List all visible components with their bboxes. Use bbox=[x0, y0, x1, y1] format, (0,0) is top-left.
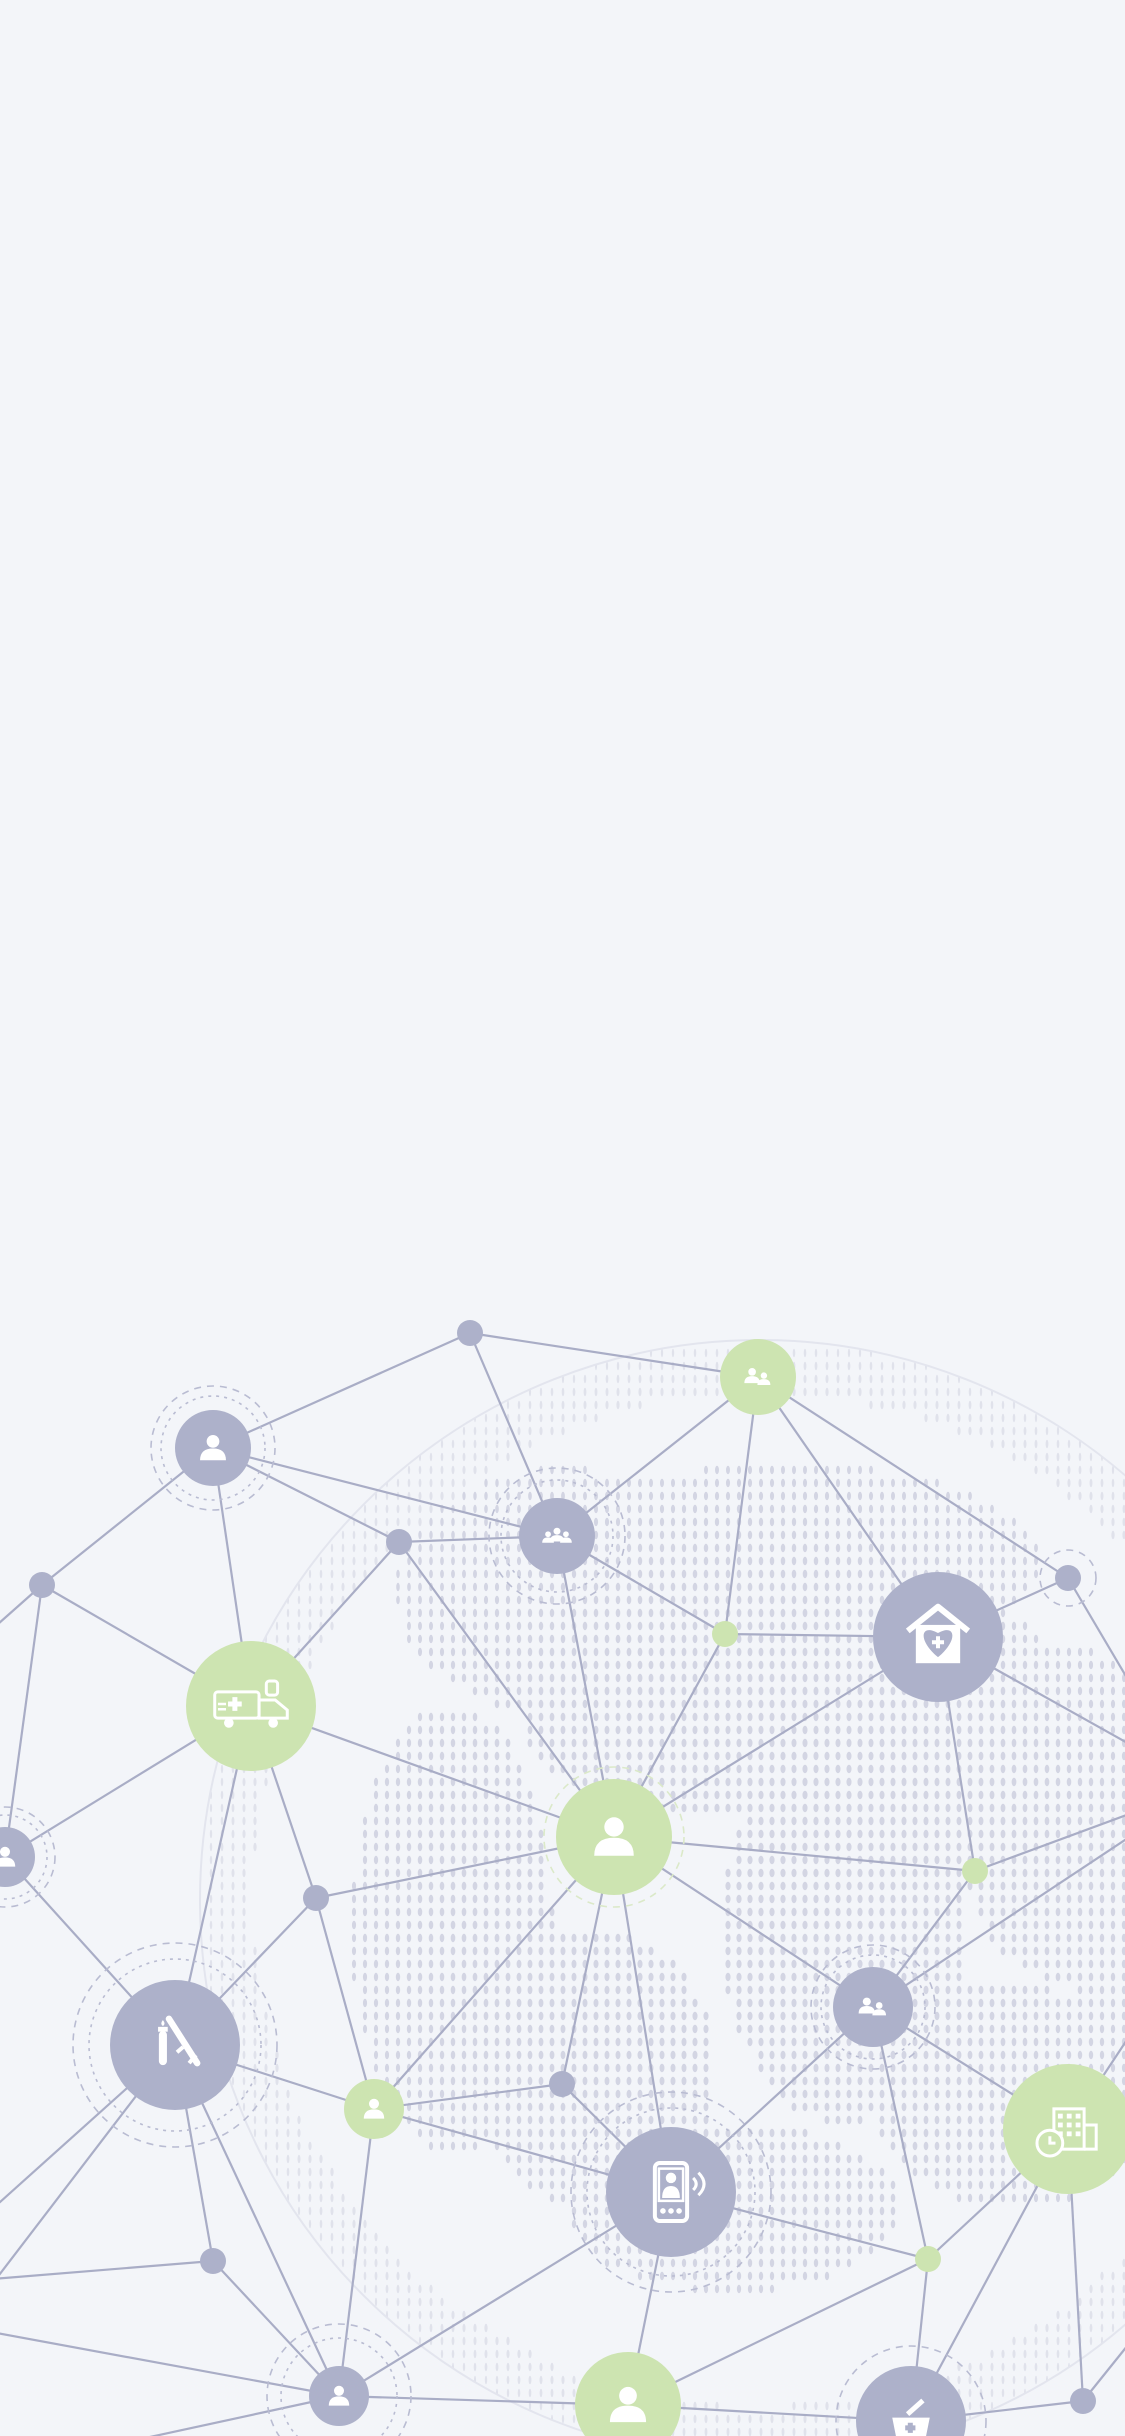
network-dot bbox=[386, 1529, 412, 1555]
network-dot bbox=[915, 2246, 941, 2272]
network-dot bbox=[303, 1885, 329, 1911]
network-dot bbox=[1055, 1565, 1081, 1591]
network-link bbox=[0, 2259, 214, 2280]
group-icon bbox=[519, 1498, 595, 1574]
medicine-basket-icon bbox=[856, 2366, 966, 2436]
network-dot bbox=[712, 1621, 738, 1647]
network-link bbox=[469, 1331, 759, 1379]
hospital-heart-icon bbox=[873, 1572, 1003, 1702]
network-dot bbox=[962, 1858, 988, 1884]
patients-icon bbox=[833, 1967, 913, 2047]
network-link bbox=[1067, 1577, 1125, 1677]
network-dot bbox=[29, 1572, 55, 1598]
network-link bbox=[872, 1838, 1125, 2008]
user-icon bbox=[175, 1410, 251, 1486]
clinic-clock-icon bbox=[1003, 2064, 1125, 2194]
syringe-vial-icon bbox=[110, 1980, 240, 2110]
ambulance-icon bbox=[186, 1641, 316, 1771]
user-icon bbox=[556, 1779, 672, 1895]
user-icon bbox=[0, 1827, 35, 1887]
network-link bbox=[0, 2332, 340, 2398]
network-link bbox=[723, 1376, 760, 1635]
user-icon bbox=[309, 2366, 369, 2426]
network-nodes bbox=[0, 1320, 1125, 2436]
network-dot bbox=[457, 1320, 483, 1346]
telemedicine-phone-icon bbox=[606, 2127, 736, 2257]
healthcare-network-illustration bbox=[0, 1320, 1125, 2436]
network-link bbox=[149, 2394, 340, 2436]
network-link bbox=[3, 1584, 44, 1858]
user-icon bbox=[575, 2352, 681, 2436]
network-dot bbox=[200, 2248, 226, 2274]
family-icon bbox=[720, 1339, 796, 1415]
user-icon bbox=[344, 2079, 404, 2139]
network-dot bbox=[1070, 2388, 1096, 2414]
network-link bbox=[337, 2108, 376, 2397]
app-background bbox=[0, 0, 1125, 2436]
network-dot bbox=[549, 2071, 575, 2097]
network-link bbox=[212, 1331, 471, 1450]
